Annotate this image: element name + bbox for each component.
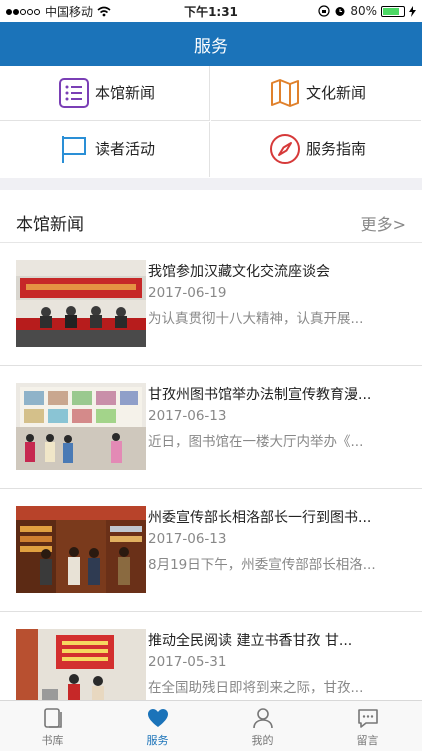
tab-message[interactable]: 留言 [315, 701, 420, 751]
news-date: 2017-06-13 [148, 408, 227, 424]
heart-icon [147, 709, 168, 727]
news-title: 推动全民阅读 建立书香甘孜 甘... [148, 633, 353, 649]
grid-item-reader-activities[interactable]: 读者活动 [0, 122, 210, 177]
tab-mine[interactable]: 我的 [210, 701, 315, 751]
section-title: 本馆新闻 [16, 215, 84, 235]
service-grid: 本馆新闻 文化新闻 读者活动 服务指南 [0, 66, 422, 178]
battery-percent: 80% [350, 4, 377, 18]
news-section: 本馆新闻 更多> 我馆参加汉藏文化交流座谈会 2017-06-19 为认真贯彻十… [0, 190, 422, 716]
news-title: 我馆参加汉藏文化交流座谈会 [148, 264, 330, 280]
grid-item-label: 文化新闻 [306, 84, 367, 102]
grid-item-culture-news[interactable]: 文化新闻 [211, 66, 421, 121]
grid-item-service-guide[interactable]: 服务指南 [211, 122, 421, 177]
charging-icon [409, 5, 416, 17]
tab-library[interactable]: 书库 [0, 701, 105, 751]
section-header: 本馆新闻 更多> [0, 190, 422, 243]
news-summary: 8月19日下午，州委宣传部部长相洛... [148, 557, 376, 573]
page-title: 服务 [194, 36, 228, 57]
orientation-lock-icon [318, 5, 330, 17]
grid-item-library-news[interactable]: 本馆新闻 [0, 66, 210, 121]
tab-bar: 书库 服务 我的 留言 [0, 700, 422, 751]
tab-label: 服务 [146, 734, 169, 747]
news-thumbnail [16, 506, 146, 593]
news-thumbnail [16, 260, 146, 347]
news-summary: 为认真贯彻十八大精神，认真开展... [148, 311, 364, 327]
tab-label: 留言 [356, 734, 379, 747]
compass-icon [270, 134, 300, 164]
news-date: 2017-06-19 [148, 285, 227, 301]
status-bar: 中国移动 下午1:31 80% [0, 0, 422, 22]
news-summary: 在全国助残日即将到来之际，甘孜... [148, 680, 364, 696]
tab-label: 书库 [41, 734, 64, 747]
news-thumbnail [16, 383, 146, 470]
grid-item-label: 服务指南 [306, 140, 367, 158]
nav-bar: 服务 [0, 22, 422, 66]
news-item[interactable]: 州委宣传部长相洛部长一行到图书... 2017-06-13 8月19日下午，州委… [0, 489, 422, 612]
tab-label: 我的 [251, 734, 274, 747]
grid-item-label: 本馆新闻 [95, 84, 156, 102]
news-summary: 近日，图书馆在一楼大厅内举办《... [148, 434, 364, 450]
more-link[interactable]: 更多> [361, 211, 406, 235]
news-title: 甘孜州图书馆举办法制宣传教育漫... [148, 387, 372, 403]
alarm-icon [335, 7, 345, 16]
news-item[interactable]: 甘孜州图书馆举办法制宣传教育漫... 2017-06-13 近日，图书馆在一楼大… [0, 366, 422, 489]
battery-icon [381, 5, 405, 17]
book-icon [43, 708, 62, 728]
person-icon [252, 708, 273, 729]
grid-item-label: 读者活动 [95, 140, 156, 158]
list-icon [59, 78, 89, 108]
news-title: 州委宣传部长相洛部长一行到图书... [148, 510, 372, 526]
message-icon [357, 709, 378, 728]
status-right: 80% [318, 4, 416, 18]
map-icon [271, 79, 299, 107]
tab-service[interactable]: 服务 [105, 701, 210, 751]
news-date: 2017-06-13 [148, 531, 227, 547]
news-date: 2017-05-31 [148, 654, 227, 670]
flag-icon [62, 136, 86, 163]
news-item[interactable]: 我馆参加汉藏文化交流座谈会 2017-06-19 为认真贯彻十八大精神，认真开展… [0, 243, 422, 366]
